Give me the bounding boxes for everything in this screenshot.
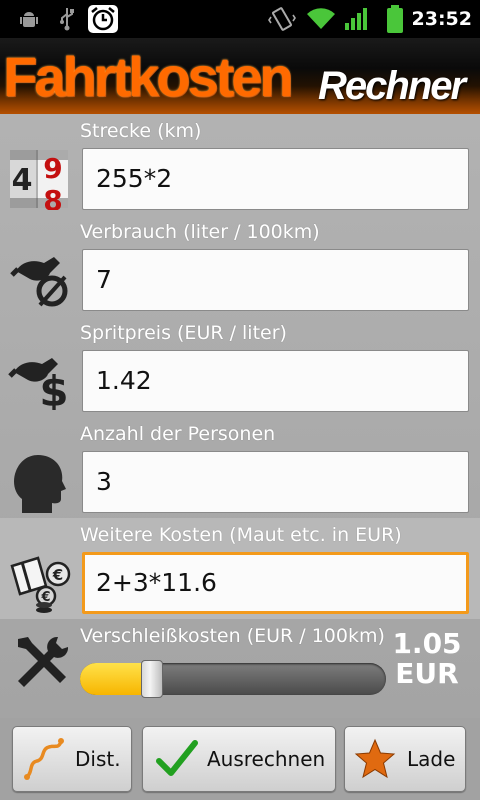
checkmark-icon — [155, 737, 199, 781]
distance-input[interactable]: 255*2 — [82, 148, 469, 210]
slider-thumb[interactable] — [141, 660, 163, 698]
extra-costs-icon: € € — [8, 552, 74, 618]
banner-title-main: Fahrtkosten — [3, 45, 293, 108]
battery-icon — [382, 0, 408, 38]
consumption-input[interactable]: 7 — [82, 249, 469, 311]
star-icon — [353, 737, 397, 781]
fuel-price-row: $ Spritpreis (EUR / liter) 1.42 — [0, 316, 480, 417]
wear-costs-slider[interactable] — [80, 660, 386, 698]
fuel-consumption-icon — [8, 243, 74, 309]
dist-button[interactable]: Dist. — [12, 726, 132, 792]
svg-text:4: 4 — [12, 163, 33, 198]
extra-costs-input[interactable]: 2+3*11.6 — [82, 552, 469, 614]
svg-text:8: 8 — [43, 184, 62, 210]
button-bar: Dist. Ausrechnen Lade — [0, 718, 480, 800]
cost-form: 4 9 8 Strecke (km) 255*2 Verbrauch (lite… — [0, 114, 480, 718]
svg-text:€: € — [52, 566, 63, 584]
svg-text:9: 9 — [43, 152, 62, 185]
signal-icon — [342, 0, 372, 38]
fuel-price-label: Spritpreis (EUR / liter) — [80, 322, 287, 344]
load-button-label: Lade — [407, 747, 456, 771]
result-value: 1.05 — [392, 627, 462, 660]
wifi-icon — [304, 0, 338, 38]
consumption-row: Verbrauch (liter / 100km) 7 — [0, 215, 480, 316]
route-icon — [23, 737, 67, 781]
calculate-button[interactable]: Ausrechnen — [142, 726, 336, 792]
banner-title-sub: Rechner — [318, 64, 466, 108]
tools-icon — [8, 631, 74, 697]
extra-costs-row: € € Weitere Kosten (Maut etc. in EUR) 2+… — [0, 518, 480, 619]
svg-text:$: $ — [39, 367, 68, 410]
wear-costs-label: Verschleißkosten (EUR / 100km) — [80, 625, 385, 647]
distance-row: 4 9 8 Strecke (km) 255*2 — [0, 114, 480, 217]
load-button[interactable]: Lade — [344, 726, 466, 792]
status-bar: 23:52 — [0, 0, 480, 38]
persons-input[interactable]: 3 — [82, 451, 469, 513]
person-head-icon — [8, 451, 74, 517]
result-unit: EUR — [395, 657, 459, 690]
clock-time: 23:52 — [411, 8, 472, 30]
dist-button-label: Dist. — [75, 747, 121, 771]
android-debug-icon — [14, 0, 44, 38]
extra-costs-label: Weitere Kosten (Maut etc. in EUR) — [80, 524, 402, 546]
calculate-button-label: Ausrechnen — [207, 747, 326, 771]
persons-row: Anzahl der Personen 3 — [0, 417, 480, 518]
wear-costs-row: Verschleißkosten (EUR / 100km) 1.05 EUR — [0, 619, 480, 718]
consumption-label: Verbrauch (liter / 100km) — [80, 221, 320, 243]
fuel-price-input[interactable]: 1.42 — [82, 350, 469, 412]
vibrate-icon — [266, 0, 298, 38]
app-banner: Fahrtkosten Rechner — [0, 38, 480, 114]
alarm-icon — [86, 0, 120, 38]
usb-icon — [52, 0, 82, 38]
persons-label: Anzahl der Personen — [80, 423, 276, 445]
fuel-price-icon: $ — [8, 344, 74, 416]
odometer-icon: 4 9 8 — [8, 148, 74, 217]
distance-label: Strecke (km) — [80, 120, 202, 142]
